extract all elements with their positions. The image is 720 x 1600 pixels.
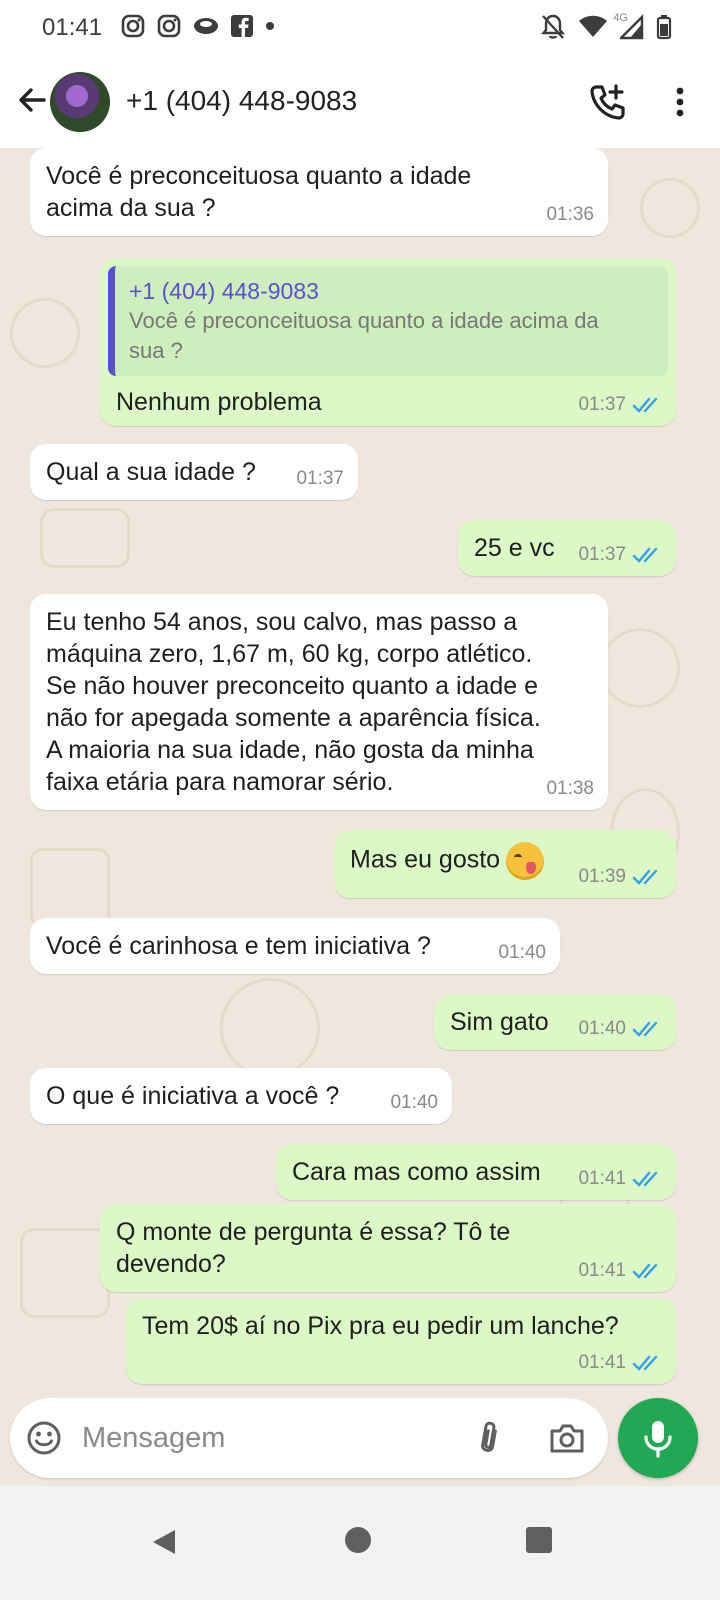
quote-text: Você é preconceituosa quanto a idade aci…	[129, 308, 599, 363]
read-ticks-icon	[632, 547, 658, 563]
message-composer	[10, 1398, 608, 1478]
message-incoming[interactable]: O que é iniciativa a você ? 01:40	[30, 1068, 452, 1124]
wallpaper-doodle	[20, 1228, 110, 1318]
more-vert-icon[interactable]	[668, 84, 692, 120]
message-time: 01:39	[578, 866, 626, 887]
add-call-icon[interactable]	[588, 82, 628, 122]
quoted-message[interactable]: +1 (404) 448-9083 Você é preconceituosa …	[108, 266, 668, 376]
nav-back-icon[interactable]	[150, 1528, 178, 1556]
facebook-icon	[231, 15, 253, 37]
message-outgoing[interactable]: Sim gato 01:40	[434, 994, 676, 1050]
notification-icons	[120, 13, 276, 39]
message-incoming[interactable]: Qual a sua idade ? 01:37	[30, 444, 358, 500]
message-time: 01:41	[578, 1168, 626, 1189]
message-outgoing[interactable]: Mas eu gosto 01:39	[334, 830, 676, 898]
read-ticks-icon	[632, 1263, 658, 1279]
message-incoming[interactable]: Você é carinhosa e tem iniciativa ? 01:4…	[30, 918, 560, 974]
message-time: 01:41	[578, 1352, 626, 1373]
read-ticks-icon	[632, 869, 658, 885]
message-outgoing[interactable]: +1 (404) 448-9083 Você é preconceituosa …	[100, 258, 676, 426]
attach-icon[interactable]	[472, 1418, 506, 1458]
wallpaper-doodle	[30, 848, 110, 928]
message-outgoing[interactable]: Tem 20$ aí no Pix pra eu pedir um lanche…	[126, 1298, 676, 1384]
message-incoming[interactable]: Eu tenho 54 anos, sou calvo, mas passo a…	[30, 594, 608, 810]
message-input[interactable]	[82, 1418, 462, 1458]
mic-button[interactable]	[618, 1398, 698, 1478]
wallpaper-doodle	[640, 178, 700, 238]
wallpaper-doodle	[40, 508, 130, 568]
message-outgoing[interactable]: 25 e vc 01:37	[458, 520, 676, 576]
message-text: Você é carinhosa e tem iniciativa ?	[46, 932, 431, 960]
emoji-icon[interactable]	[26, 1420, 62, 1456]
instagram-icon	[157, 14, 181, 38]
message-time: 01:41	[578, 1260, 626, 1281]
message-time: 01:40	[578, 1018, 626, 1039]
message-time: 01:37	[296, 468, 344, 489]
chat-header: +1 (404) 448-9083	[0, 56, 720, 148]
message-text: Eu tenho 54 anos, sou calvo, mas passo a…	[46, 608, 541, 796]
read-ticks-icon	[632, 1171, 658, 1187]
notifications-off-icon	[540, 14, 566, 39]
nav-recents-icon[interactable]	[526, 1527, 552, 1553]
wifi-icon	[579, 15, 607, 37]
message-text: Tem 20$ aí no Pix pra eu pedir um lanche…	[142, 1312, 619, 1340]
wallpaper-doodle	[600, 628, 680, 708]
chat-area[interactable]: Você é preconceituosa quanto a idade aci…	[0, 148, 720, 1414]
wallpaper-doodle	[10, 298, 80, 368]
status-bar: 01:41 4G	[0, 0, 720, 56]
message-incoming[interactable]: Você é preconceituosa quanto a idade aci…	[30, 148, 608, 236]
read-ticks-icon	[632, 1355, 658, 1371]
camera-icon[interactable]	[548, 1420, 586, 1456]
message-outgoing[interactable]: Q monte de pergunta é essa? Tô te devend…	[100, 1204, 676, 1292]
message-text: Você é preconceituosa quanto a idade aci…	[46, 162, 472, 222]
mic-icon	[644, 1421, 672, 1458]
message-time: 01:36	[546, 204, 594, 225]
message-time: 01:40	[390, 1092, 438, 1113]
back-arrow-icon[interactable]	[14, 82, 50, 118]
battery-icon	[656, 15, 672, 40]
contact-name[interactable]: +1 (404) 448-9083	[126, 85, 357, 117]
message-time: 01:40	[498, 942, 546, 963]
quote-author: +1 (404) 448-9083	[129, 278, 319, 304]
message-text: Mas eu gosto	[350, 845, 501, 874]
eye-app-icon	[194, 18, 218, 34]
avatar[interactable]	[50, 72, 110, 132]
status-time: 01:41	[42, 14, 103, 41]
signal-icon	[620, 14, 644, 40]
read-ticks-icon	[632, 1021, 658, 1037]
message-time: 01:37	[578, 544, 626, 565]
system-nav-bar	[0, 1486, 720, 1600]
message-time: 01:37	[578, 394, 626, 415]
dot-icon	[266, 22, 274, 30]
wallpaper-doodle	[220, 978, 320, 1078]
message-outgoing[interactable]: Cara mas como assim 01:41	[276, 1144, 676, 1200]
system-status-icons	[540, 13, 672, 41]
nav-home-icon[interactable]	[345, 1527, 371, 1553]
instagram-icon	[121, 14, 145, 38]
read-ticks-icon	[632, 397, 658, 413]
message-text: O que é iniciativa a você ?	[46, 1082, 340, 1110]
face-savoring-food-icon	[506, 842, 545, 880]
message-time: 01:38	[546, 778, 594, 799]
